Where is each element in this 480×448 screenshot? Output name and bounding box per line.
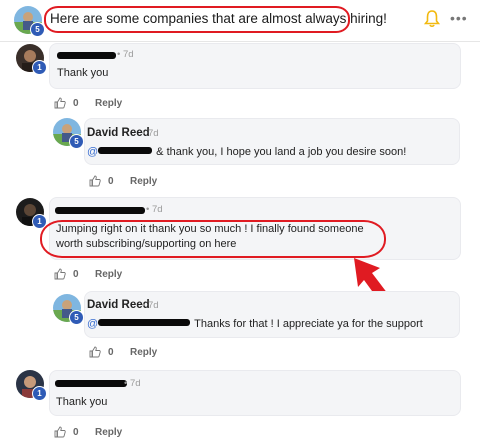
- comment-text: Thank you: [57, 67, 109, 79]
- commenter-avatar[interactable]: 1: [16, 198, 47, 229]
- commenter-avatar[interactable]: 5: [53, 118, 84, 149]
- redacted-author: [55, 380, 127, 387]
- comment-bubble: David Reed • 7d @ Thanks for that ! I app…: [84, 291, 460, 338]
- redacted-mention: [98, 147, 153, 154]
- post-author-avatar[interactable]: 5: [14, 6, 45, 37]
- reply-button[interactable]: Reply: [95, 427, 122, 438]
- comment-bubble: • 7d Thank you: [49, 370, 461, 416]
- comment-bubble: David Reed • 7d @ & thank you, I hope you…: [84, 118, 460, 165]
- comment-bubble: • 7d Thank you: [49, 43, 461, 89]
- commenter-avatar[interactable]: 1: [16, 370, 47, 401]
- annotation-circle: [40, 220, 386, 258]
- comment-text: @ Thanks for that ! I appreciate ya for t…: [87, 317, 457, 332]
- mention-link[interactable]: @: [87, 146, 98, 158]
- post-title: Here are some companies that are almost …: [50, 11, 387, 26]
- commenter-avatar[interactable]: 1: [16, 44, 47, 75]
- commenter-avatar[interactable]: 5: [53, 294, 84, 325]
- mention-link[interactable]: @: [87, 318, 98, 330]
- like-count: 0: [73, 427, 79, 438]
- redacted-mention: [98, 319, 191, 326]
- reply-button[interactable]: Reply: [95, 98, 122, 109]
- level-badge: 1: [32, 60, 47, 75]
- comment-time: • 7d: [117, 49, 134, 60]
- like-count: 0: [108, 347, 114, 358]
- more-icon[interactable]: •••: [450, 10, 468, 26]
- comment-text-content: Thanks for that ! I appreciate ya for th…: [194, 318, 423, 330]
- thumbs-up-icon[interactable]: [54, 268, 66, 280]
- comment-time: • 7d: [146, 204, 163, 215]
- level-badge: 1: [32, 386, 47, 401]
- bell-icon[interactable]: [424, 10, 440, 28]
- comment-text-content: & thank you, I hope you land a job you d…: [156, 146, 407, 158]
- comment-author[interactable]: David Reed: [87, 299, 150, 311]
- comment-text: Thank you: [56, 396, 108, 408]
- thumbs-up-icon[interactable]: [54, 97, 66, 109]
- redacted-author: [57, 52, 116, 59]
- thumbs-up-icon[interactable]: [54, 426, 66, 438]
- thumbs-up-icon[interactable]: [89, 175, 101, 187]
- level-badge: 5: [69, 310, 84, 325]
- reply-button[interactable]: Reply: [130, 347, 157, 358]
- level-badge: 5: [69, 134, 84, 149]
- level-badge: 5: [30, 22, 45, 37]
- reply-button[interactable]: Reply: [130, 176, 157, 187]
- comment-time: • 7d: [124, 378, 141, 389]
- like-count: 0: [73, 98, 79, 109]
- post-header: 5 Here are some companies that are almos…: [0, 0, 480, 42]
- like-count: 0: [108, 176, 114, 187]
- comment-time: • 7d: [142, 300, 159, 311]
- reply-button[interactable]: Reply: [95, 269, 122, 280]
- thumbs-up-icon[interactable]: [89, 346, 101, 358]
- redacted-author: [55, 207, 145, 214]
- like-count: 0: [73, 269, 79, 280]
- comment-time: • 7d: [142, 128, 159, 139]
- comment-author[interactable]: David Reed: [87, 127, 150, 139]
- comment-text: @ & thank you, I hope you land a job you …: [87, 145, 457, 160]
